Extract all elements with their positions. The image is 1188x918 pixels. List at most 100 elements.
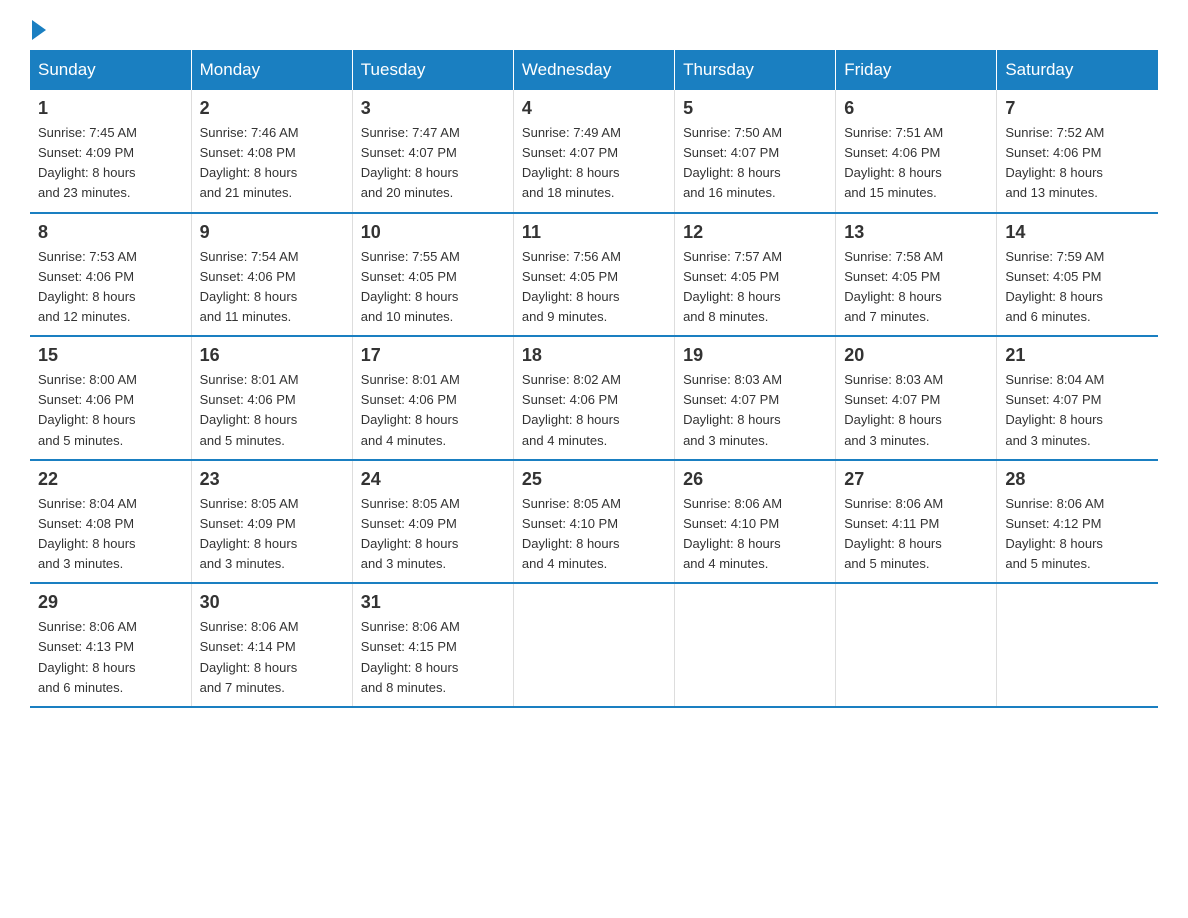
day-number: 28 bbox=[1005, 469, 1150, 490]
calendar-cell: 21 Sunrise: 8:04 AMSunset: 4:07 PMDaylig… bbox=[997, 336, 1158, 460]
day-number: 24 bbox=[361, 469, 505, 490]
day-number: 8 bbox=[38, 222, 183, 243]
day-number: 19 bbox=[683, 345, 827, 366]
day-number: 22 bbox=[38, 469, 183, 490]
day-number: 17 bbox=[361, 345, 505, 366]
calendar-cell bbox=[836, 583, 997, 707]
calendar-cell: 26 Sunrise: 8:06 AMSunset: 4:10 PMDaylig… bbox=[675, 460, 836, 584]
day-number: 7 bbox=[1005, 98, 1150, 119]
day-info: Sunrise: 8:06 AMSunset: 4:13 PMDaylight:… bbox=[38, 617, 183, 698]
calendar-cell: 29 Sunrise: 8:06 AMSunset: 4:13 PMDaylig… bbox=[30, 583, 191, 707]
day-info: Sunrise: 8:06 AMSunset: 4:14 PMDaylight:… bbox=[200, 617, 344, 698]
day-number: 21 bbox=[1005, 345, 1150, 366]
day-info: Sunrise: 7:59 AMSunset: 4:05 PMDaylight:… bbox=[1005, 247, 1150, 328]
day-info: Sunrise: 8:05 AMSunset: 4:10 PMDaylight:… bbox=[522, 494, 666, 575]
calendar-table: SundayMondayTuesdayWednesdayThursdayFrid… bbox=[30, 50, 1158, 708]
calendar-week-1: 1 Sunrise: 7:45 AMSunset: 4:09 PMDayligh… bbox=[30, 90, 1158, 213]
page-header bbox=[30, 20, 1158, 40]
day-info: Sunrise: 8:06 AMSunset: 4:11 PMDaylight:… bbox=[844, 494, 988, 575]
calendar-cell bbox=[675, 583, 836, 707]
calendar-cell: 10 Sunrise: 7:55 AMSunset: 4:05 PMDaylig… bbox=[352, 213, 513, 337]
day-info: Sunrise: 7:55 AMSunset: 4:05 PMDaylight:… bbox=[361, 247, 505, 328]
day-info: Sunrise: 8:06 AMSunset: 4:10 PMDaylight:… bbox=[683, 494, 827, 575]
day-info: Sunrise: 7:56 AMSunset: 4:05 PMDaylight:… bbox=[522, 247, 666, 328]
calendar-week-5: 29 Sunrise: 8:06 AMSunset: 4:13 PMDaylig… bbox=[30, 583, 1158, 707]
header-monday: Monday bbox=[191, 50, 352, 90]
calendar-week-3: 15 Sunrise: 8:00 AMSunset: 4:06 PMDaylig… bbox=[30, 336, 1158, 460]
day-number: 13 bbox=[844, 222, 988, 243]
day-number: 27 bbox=[844, 469, 988, 490]
calendar-cell: 9 Sunrise: 7:54 AMSunset: 4:06 PMDayligh… bbox=[191, 213, 352, 337]
day-info: Sunrise: 8:04 AMSunset: 4:07 PMDaylight:… bbox=[1005, 370, 1150, 451]
calendar-cell: 27 Sunrise: 8:06 AMSunset: 4:11 PMDaylig… bbox=[836, 460, 997, 584]
calendar-cell: 18 Sunrise: 8:02 AMSunset: 4:06 PMDaylig… bbox=[513, 336, 674, 460]
day-info: Sunrise: 8:01 AMSunset: 4:06 PMDaylight:… bbox=[200, 370, 344, 451]
day-info: Sunrise: 7:57 AMSunset: 4:05 PMDaylight:… bbox=[683, 247, 827, 328]
day-info: Sunrise: 8:06 AMSunset: 4:15 PMDaylight:… bbox=[361, 617, 505, 698]
day-info: Sunrise: 7:46 AMSunset: 4:08 PMDaylight:… bbox=[200, 123, 344, 204]
day-info: Sunrise: 7:45 AMSunset: 4:09 PMDaylight:… bbox=[38, 123, 183, 204]
day-info: Sunrise: 8:01 AMSunset: 4:06 PMDaylight:… bbox=[361, 370, 505, 451]
header-wednesday: Wednesday bbox=[513, 50, 674, 90]
day-info: Sunrise: 8:05 AMSunset: 4:09 PMDaylight:… bbox=[361, 494, 505, 575]
day-number: 1 bbox=[38, 98, 183, 119]
calendar-week-2: 8 Sunrise: 7:53 AMSunset: 4:06 PMDayligh… bbox=[30, 213, 1158, 337]
day-info: Sunrise: 7:52 AMSunset: 4:06 PMDaylight:… bbox=[1005, 123, 1150, 204]
header-tuesday: Tuesday bbox=[352, 50, 513, 90]
calendar-cell: 11 Sunrise: 7:56 AMSunset: 4:05 PMDaylig… bbox=[513, 213, 674, 337]
logo bbox=[30, 20, 48, 40]
calendar-cell: 22 Sunrise: 8:04 AMSunset: 4:08 PMDaylig… bbox=[30, 460, 191, 584]
calendar-cell bbox=[997, 583, 1158, 707]
calendar-cell: 17 Sunrise: 8:01 AMSunset: 4:06 PMDaylig… bbox=[352, 336, 513, 460]
calendar-cell bbox=[513, 583, 674, 707]
day-number: 4 bbox=[522, 98, 666, 119]
day-number: 16 bbox=[200, 345, 344, 366]
day-number: 5 bbox=[683, 98, 827, 119]
day-number: 20 bbox=[844, 345, 988, 366]
day-number: 26 bbox=[683, 469, 827, 490]
calendar-header-row: SundayMondayTuesdayWednesdayThursdayFrid… bbox=[30, 50, 1158, 90]
calendar-cell: 31 Sunrise: 8:06 AMSunset: 4:15 PMDaylig… bbox=[352, 583, 513, 707]
day-info: Sunrise: 7:50 AMSunset: 4:07 PMDaylight:… bbox=[683, 123, 827, 204]
header-thursday: Thursday bbox=[675, 50, 836, 90]
calendar-week-4: 22 Sunrise: 8:04 AMSunset: 4:08 PMDaylig… bbox=[30, 460, 1158, 584]
day-info: Sunrise: 7:53 AMSunset: 4:06 PMDaylight:… bbox=[38, 247, 183, 328]
calendar-cell: 2 Sunrise: 7:46 AMSunset: 4:08 PMDayligh… bbox=[191, 90, 352, 213]
day-number: 30 bbox=[200, 592, 344, 613]
day-info: Sunrise: 7:58 AMSunset: 4:05 PMDaylight:… bbox=[844, 247, 988, 328]
day-number: 10 bbox=[361, 222, 505, 243]
calendar-cell: 3 Sunrise: 7:47 AMSunset: 4:07 PMDayligh… bbox=[352, 90, 513, 213]
day-info: Sunrise: 8:03 AMSunset: 4:07 PMDaylight:… bbox=[844, 370, 988, 451]
day-info: Sunrise: 8:05 AMSunset: 4:09 PMDaylight:… bbox=[200, 494, 344, 575]
calendar-cell: 16 Sunrise: 8:01 AMSunset: 4:06 PMDaylig… bbox=[191, 336, 352, 460]
day-info: Sunrise: 7:54 AMSunset: 4:06 PMDaylight:… bbox=[200, 247, 344, 328]
calendar-cell: 14 Sunrise: 7:59 AMSunset: 4:05 PMDaylig… bbox=[997, 213, 1158, 337]
calendar-cell: 4 Sunrise: 7:49 AMSunset: 4:07 PMDayligh… bbox=[513, 90, 674, 213]
day-number: 11 bbox=[522, 222, 666, 243]
day-number: 15 bbox=[38, 345, 183, 366]
calendar-cell: 23 Sunrise: 8:05 AMSunset: 4:09 PMDaylig… bbox=[191, 460, 352, 584]
day-info: Sunrise: 7:49 AMSunset: 4:07 PMDaylight:… bbox=[522, 123, 666, 204]
day-number: 9 bbox=[200, 222, 344, 243]
calendar-cell: 7 Sunrise: 7:52 AMSunset: 4:06 PMDayligh… bbox=[997, 90, 1158, 213]
day-number: 2 bbox=[200, 98, 344, 119]
day-info: Sunrise: 8:00 AMSunset: 4:06 PMDaylight:… bbox=[38, 370, 183, 451]
calendar-cell: 6 Sunrise: 7:51 AMSunset: 4:06 PMDayligh… bbox=[836, 90, 997, 213]
header-sunday: Sunday bbox=[30, 50, 191, 90]
logo-triangle-icon bbox=[32, 20, 46, 40]
calendar-cell: 13 Sunrise: 7:58 AMSunset: 4:05 PMDaylig… bbox=[836, 213, 997, 337]
day-info: Sunrise: 8:06 AMSunset: 4:12 PMDaylight:… bbox=[1005, 494, 1150, 575]
calendar-cell: 30 Sunrise: 8:06 AMSunset: 4:14 PMDaylig… bbox=[191, 583, 352, 707]
day-number: 31 bbox=[361, 592, 505, 613]
day-info: Sunrise: 7:51 AMSunset: 4:06 PMDaylight:… bbox=[844, 123, 988, 204]
calendar-cell: 25 Sunrise: 8:05 AMSunset: 4:10 PMDaylig… bbox=[513, 460, 674, 584]
header-friday: Friday bbox=[836, 50, 997, 90]
day-info: Sunrise: 7:47 AMSunset: 4:07 PMDaylight:… bbox=[361, 123, 505, 204]
day-info: Sunrise: 8:03 AMSunset: 4:07 PMDaylight:… bbox=[683, 370, 827, 451]
day-number: 29 bbox=[38, 592, 183, 613]
day-number: 3 bbox=[361, 98, 505, 119]
calendar-cell: 20 Sunrise: 8:03 AMSunset: 4:07 PMDaylig… bbox=[836, 336, 997, 460]
calendar-cell: 12 Sunrise: 7:57 AMSunset: 4:05 PMDaylig… bbox=[675, 213, 836, 337]
header-saturday: Saturday bbox=[997, 50, 1158, 90]
day-number: 25 bbox=[522, 469, 666, 490]
